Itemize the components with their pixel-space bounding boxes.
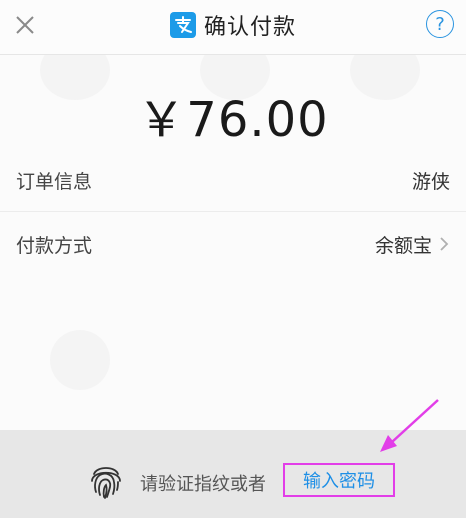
help-button[interactable]: ? [426,10,454,38]
chevron-right-icon [438,235,450,253]
page-title: 确认付款 [203,15,296,40]
payment-amount: ￥76.00 [137,92,329,148]
background-decoration [50,330,110,390]
order-info-value: 游侠 [411,171,450,193]
fingerprint-prompt: 请验证指纹或者 [140,474,266,495]
help-icon: ? [435,13,445,35]
alipay-logo-icon [169,12,196,38]
payment-confirmation-sheet: 确认付款 ? ￥76.00 订单信息 游侠 付款方式 余额宝 请验证指纹或者 输… [0,0,466,518]
payment-method-row[interactable]: 付款方式 余额宝 [0,213,466,275]
header-bar: 确认付款 ? [0,0,466,55]
verification-bar: 请验证指纹或者 输入密码 [0,430,466,518]
payment-method-label: 付款方式 [16,234,93,257]
header-title-group: 确认付款 [0,10,466,40]
enter-password-link[interactable]: 输入密码 [283,463,395,497]
order-info-label: 订单信息 [16,171,93,193]
fingerprint-icon [86,460,126,500]
order-info-row: 订单信息 游侠 [0,150,466,212]
payment-method-value: 余额宝 [374,234,432,257]
